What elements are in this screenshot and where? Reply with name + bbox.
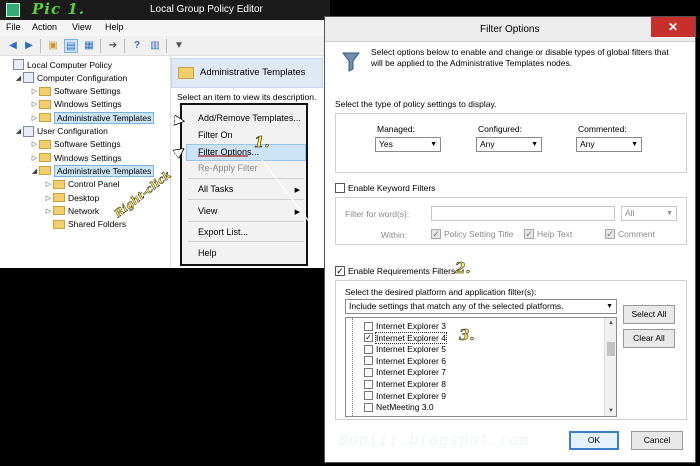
ok-button[interactable]: OK <box>569 431 619 450</box>
step-3-label: 3. <box>459 326 475 345</box>
checkbox-box[interactable] <box>364 391 373 401</box>
dialog-titlebar[interactable]: Filter Options ✕ <box>325 17 695 42</box>
within-comment-checkbox[interactable]: ✓ Comment <box>605 229 655 239</box>
platform-item-label: Internet Explorer 6 <box>376 355 446 366</box>
checkbox-box <box>335 183 345 193</box>
requirements-filter-checkbox[interactable]: ✓ Enable Requirements Filters <box>335 266 455 276</box>
platform-item-label: Internet Explorer 9 <box>376 390 446 401</box>
platform-mode-select[interactable]: Include settings that match any of the s… <box>345 299 617 314</box>
configured-select[interactable]: Any ▼ <box>476 137 542 152</box>
configured-value: Any <box>480 139 495 149</box>
checkbox-box[interactable] <box>364 344 373 354</box>
keyword-filter-label: Enable Keyword Filters <box>348 183 436 193</box>
select-all-button[interactable]: Select All <box>623 305 675 324</box>
close-button[interactable]: ✕ <box>651 17 695 37</box>
checkbox-box[interactable] <box>364 379 373 389</box>
filter-words-input[interactable] <box>431 206 615 221</box>
commented-value: Any <box>580 139 595 149</box>
platform-item-label: Internet Explorer 7 <box>376 367 446 378</box>
clear-all-button[interactable]: Clear All <box>623 329 675 348</box>
chevron-down-icon: ▼ <box>606 303 613 310</box>
arrow-to-admin-templates <box>153 118 182 121</box>
chevron-down-icon: ▼ <box>666 210 673 217</box>
checkbox-box[interactable]: ✓ <box>364 333 373 343</box>
dialog-intro: Select options below to enable and chang… <box>371 47 669 68</box>
chevron-down-icon: ▼ <box>531 141 538 148</box>
checkbox-box: ✓ <box>524 229 534 239</box>
within-comment-label: Comment <box>618 229 655 239</box>
step-2-label: 2. <box>455 259 471 278</box>
within-help-checkbox[interactable]: ✓ Help Text <box>524 229 572 239</box>
chevron-down-icon: ▼ <box>631 141 638 148</box>
scroll-thumb[interactable] <box>607 342 615 356</box>
requirements-filter-label: Enable Requirements Filters <box>348 266 456 276</box>
chevron-down-icon: ▼ <box>430 141 437 148</box>
dialog-title: Filter Options <box>480 24 540 35</box>
cancel-button[interactable]: Cancel <box>631 431 683 450</box>
platform-item[interactable]: Internet Explorer 8 <box>364 379 446 389</box>
platform-item-label: Internet Explorer 5 <box>376 344 446 355</box>
checkbox-box: ✓ <box>431 229 441 239</box>
filter-words-mode-select[interactable]: All ▼ <box>621 206 677 221</box>
checkbox-box: ✓ <box>605 229 615 239</box>
filter-words-mode: All <box>625 208 635 218</box>
filter-words-label: Filter for word(s): <box>345 209 410 219</box>
checkbox-box[interactable] <box>364 402 373 412</box>
platform-list[interactable]: Internet Explorer 3 ✓ Internet Explorer 4I… <box>345 317 617 417</box>
managed-label: Managed: <box>377 124 415 134</box>
platform-item-label: Internet Explorer 4 <box>375 331 447 344</box>
platform-item[interactable]: Internet Explorer 6 <box>364 356 446 366</box>
tree-lines <box>352 318 358 416</box>
platform-list-scrollbar[interactable]: ▲ ▼ <box>604 318 616 416</box>
policy-type-label: Select the type of policy settings to di… <box>335 99 497 109</box>
platform-item[interactable]: ✓ Internet Explorer 4 <box>364 331 447 344</box>
managed-value: Yes <box>379 139 393 149</box>
commented-label: Commented: <box>578 124 627 134</box>
platform-item-label: NetMeeting 3.0 <box>376 402 434 413</box>
managed-select[interactable]: Yes ▼ <box>375 137 441 152</box>
platform-item[interactable]: Internet Explorer 5 <box>364 344 446 354</box>
platform-item-label: Internet Explorer 8 <box>376 379 446 389</box>
checkbox-box[interactable] <box>364 321 373 331</box>
platform-mode-value: Include settings that match any of the s… <box>349 301 564 311</box>
keyword-filter-checkbox[interactable]: Enable Keyword Filters <box>335 183 435 193</box>
within-help-label: Help Text <box>537 229 573 239</box>
checkbox-box[interactable] <box>364 356 373 366</box>
configured-label: Configured: <box>478 124 522 134</box>
filter-funnel-icon <box>342 52 360 72</box>
watermark: booiii.blogspot.com <box>339 431 530 449</box>
scroll-down-icon[interactable]: ▼ <box>605 406 616 416</box>
checkbox-box[interactable] <box>364 367 373 377</box>
within-label: Within: <box>381 230 407 240</box>
platform-item[interactable]: Internet Explorer 9 <box>364 391 446 401</box>
within-title-label: Policy Setting Title <box>444 229 514 239</box>
filter-options-dialog: Filter Options ✕ Select options below to… <box>324 16 696 463</box>
platform-item-label: Internet Explorer 3 <box>376 321 446 331</box>
scroll-up-icon[interactable]: ▲ <box>605 318 616 328</box>
checkbox-box: ✓ <box>335 266 345 276</box>
arrow-to-filter-options <box>153 150 182 171</box>
platform-item[interactable]: Internet Explorer 3 <box>364 321 446 331</box>
platform-item[interactable]: NetMeeting 3.0 <box>364 402 434 412</box>
platform-label: Select the desired platform and applicat… <box>345 287 537 297</box>
within-title-checkbox[interactable]: ✓ Policy Setting Title <box>431 229 513 239</box>
platform-item[interactable]: Internet Explorer 7 <box>364 367 446 377</box>
commented-select[interactable]: Any ▼ <box>576 137 642 152</box>
